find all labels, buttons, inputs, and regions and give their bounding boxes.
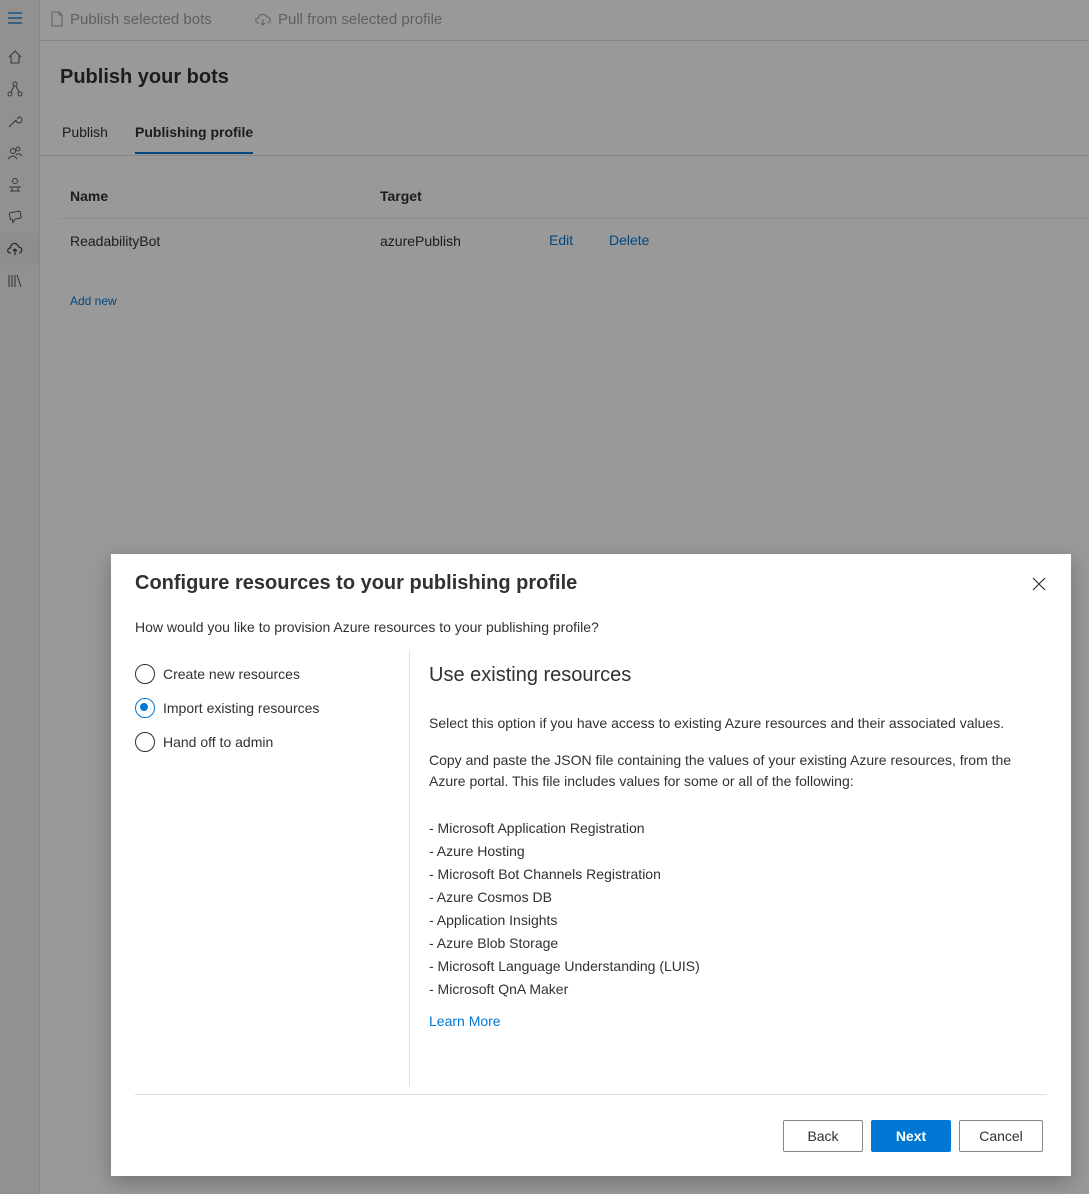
list-item: - Microsoft Language Understanding (LUIS… (429, 958, 700, 974)
radio-label: Hand off to admin (163, 734, 274, 750)
panel-description-text: Copy and paste the JSON file containing … (429, 752, 1012, 789)
next-button[interactable]: Next (871, 1120, 951, 1152)
radio-circle[interactable] (135, 664, 155, 684)
back-button[interactable]: Back (783, 1120, 863, 1152)
list-item: - Azure Blob Storage (429, 935, 559, 951)
panel-intro-text: Select this option if you have access to… (429, 715, 1005, 731)
radio-circle[interactable] (135, 698, 155, 718)
radio-label: Import existing resources (163, 700, 320, 716)
panel-title: Use existing resources (429, 664, 632, 686)
radio-circle[interactable] (135, 732, 155, 752)
radio-create-new-resources[interactable]: Create new resources (135, 664, 300, 684)
close-icon[interactable] (1031, 576, 1047, 592)
radio-hand-off-to-admin[interactable]: Hand off to admin (135, 732, 273, 752)
footer-divider (135, 1094, 1047, 1095)
list-item: - Azure Cosmos DB (429, 889, 552, 905)
learn-more-link[interactable]: Learn More (429, 1013, 501, 1029)
resource-list: - Microsoft Application Registration - A… (429, 817, 700, 1001)
vertical-divider (409, 651, 410, 1086)
list-item: - Microsoft QnA Maker (429, 981, 569, 997)
list-item: - Microsoft Application Registration (429, 820, 645, 836)
radio-import-existing-resources[interactable]: Import existing resources (135, 698, 319, 718)
list-item: - Application Insights (429, 912, 558, 928)
list-item: - Azure Hosting (429, 843, 525, 859)
dialog-subtitle: How would you like to provision Azure re… (135, 619, 599, 635)
radio-label: Create new resources (163, 666, 300, 682)
dialog-title: Configure resources to your publishing p… (135, 572, 578, 594)
list-item: - Microsoft Bot Channels Registration (429, 866, 661, 882)
cancel-button[interactable]: Cancel (959, 1120, 1043, 1152)
app-window: Publish selected bots Pull from selected… (0, 0, 1089, 1194)
configure-resources-dialog: Configure resources to your publishing p… (111, 554, 1071, 1176)
